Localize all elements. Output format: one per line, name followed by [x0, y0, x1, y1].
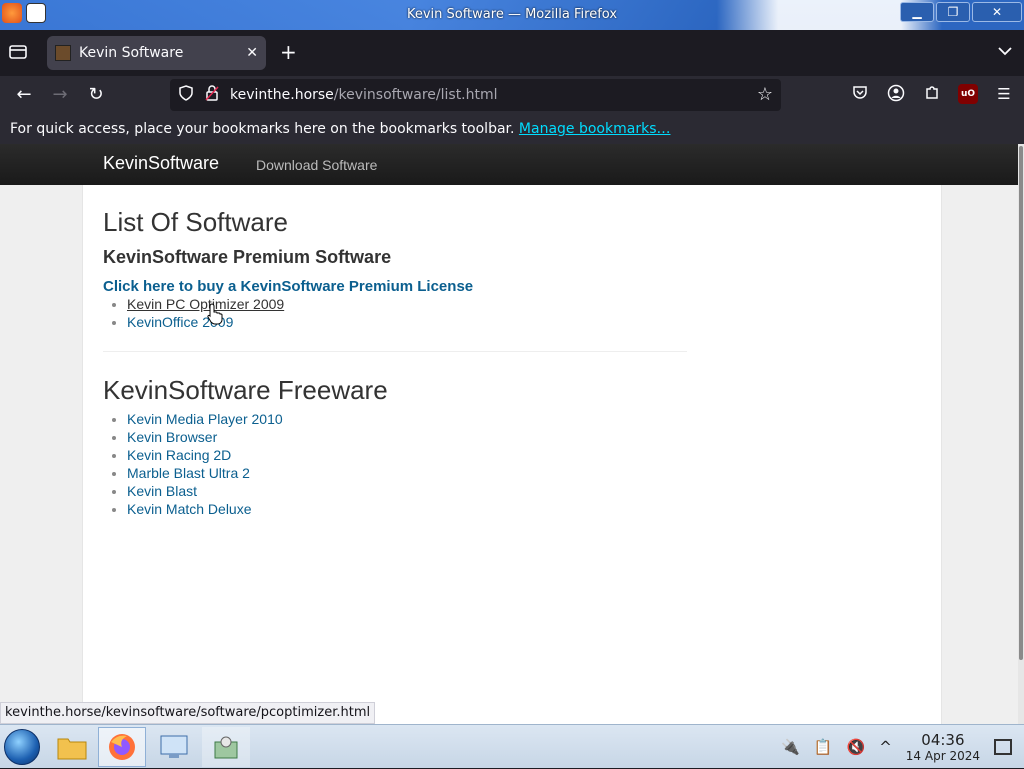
- lock-insecure-icon[interactable]: [204, 85, 220, 105]
- navigation-toolbar: ← → ↻ kevinthe.horse/kevinsoftware/list.…: [0, 76, 1024, 114]
- window-title: Kevin Software — Mozilla Firefox: [406, 7, 618, 22]
- list-item: Kevin Match Deluxe: [127, 500, 941, 518]
- software-link-match-deluxe[interactable]: Kevin Match Deluxe: [127, 501, 252, 517]
- shield-icon[interactable]: [178, 85, 194, 105]
- tab-kevin-software[interactable]: Kevin Software ✕: [47, 36, 266, 70]
- clock-date: 14 Apr 2024: [905, 749, 980, 763]
- account-icon[interactable]: [886, 84, 906, 104]
- premium-software-list: Kevin PC Optimizer 2009 KevinOffice 2009: [127, 295, 941, 331]
- site-brand-link[interactable]: KevinSoftware: [103, 153, 219, 174]
- url-domain: kevinthe.horse: [230, 87, 334, 103]
- maximize-icon[interactable]: ❐: [936, 2, 970, 22]
- installer-task[interactable]: [202, 727, 250, 767]
- list-item: Marble Blast Ultra 2: [127, 464, 941, 482]
- bookmark-star-icon[interactable]: ☆: [757, 84, 773, 105]
- system-tray: 🔌 📋 🔇 ^ 04:36 14 Apr 2024: [781, 725, 1024, 769]
- pocket-icon[interactable]: [850, 84, 870, 104]
- site-favicon-icon: [55, 45, 71, 61]
- toolbar-right-icons: uO ☰: [850, 84, 1014, 104]
- freeware-software-list: Kevin Media Player 2010 Kevin Browser Ke…: [127, 410, 941, 518]
- network-icon[interactable]: 🔌: [781, 738, 800, 756]
- premium-heading: KevinSoftware Premium Software: [103, 247, 392, 267]
- software-link-kevin-blast[interactable]: Kevin Blast: [127, 483, 197, 499]
- window-titlebar: Kevin Software — Mozilla Firefox ▁ ❐ ✕: [0, 0, 1024, 30]
- start-button[interactable]: [4, 729, 40, 765]
- site-navbar: KevinSoftware Download Software: [0, 144, 1018, 185]
- vertical-scrollbar[interactable]: [1018, 144, 1024, 724]
- scrollbar-thumb[interactable]: [1019, 146, 1023, 660]
- page-viewport: KevinSoftware Download Software List Of …: [0, 144, 1024, 724]
- link-status-url: kevinthe.horse/kevinsoftware/software/pc…: [0, 702, 376, 724]
- page-title: List Of Software: [103, 207, 288, 237]
- url-path: /kevinsoftware/list.html: [333, 87, 498, 103]
- close-window-icon[interactable]: ✕: [972, 2, 1022, 22]
- list-item: KevinOffice 2009: [127, 313, 941, 331]
- software-link-pc-optimizer[interactable]: Kevin PC Optimizer 2009: [127, 296, 284, 312]
- download-software-link[interactable]: Download Software: [256, 157, 377, 173]
- firefox-icon: [109, 734, 135, 760]
- system-monitor-task[interactable]: [150, 727, 198, 767]
- clipboard-icon[interactable]: 📋: [814, 738, 833, 756]
- clock[interactable]: 04:36 14 Apr 2024: [906, 731, 980, 763]
- volume-muted-icon[interactable]: 🔇: [847, 738, 866, 756]
- bookmarks-toolbar: For quick access, place your bookmarks h…: [0, 114, 1024, 144]
- tab-strip: Kevin Software ✕ +: [0, 30, 1024, 76]
- freeware-heading: KevinSoftware Freeware: [103, 375, 388, 405]
- back-icon[interactable]: ←: [12, 84, 36, 106]
- tab-label: Kevin Software: [79, 45, 184, 61]
- hamburger-menu-icon[interactable]: ☰: [994, 84, 1014, 104]
- forward-icon[interactable]: →: [48, 84, 72, 106]
- ublock-origin-icon[interactable]: uO: [958, 84, 978, 104]
- list-item: Kevin Racing 2D: [127, 446, 941, 464]
- os-taskbar: 🔌 📋 🔇 ^ 04:36 14 Apr 2024: [0, 724, 1024, 768]
- list-item: Kevin Media Player 2010: [127, 410, 941, 428]
- computer-icon: [160, 735, 188, 758]
- tray-expand-icon[interactable]: ^: [879, 738, 892, 756]
- tab-close-icon[interactable]: ✕: [246, 45, 258, 61]
- file-manager-task[interactable]: [48, 727, 96, 767]
- software-link-media-player[interactable]: Kevin Media Player 2010: [127, 411, 283, 427]
- firefox-view-icon[interactable]: [8, 42, 30, 64]
- clock-time: 04:36: [921, 731, 965, 749]
- bookmarks-message: For quick access, place your bookmarks h…: [10, 121, 515, 137]
- firefox-task[interactable]: [98, 727, 146, 767]
- new-tab-button[interactable]: +: [280, 42, 297, 62]
- url-bar[interactable]: kevinthe.horse/kevinsoftware/list.html ☆: [170, 79, 781, 111]
- page-container: List Of Software KevinSoftware Premium S…: [82, 185, 942, 724]
- hand-cursor-icon: [207, 303, 223, 325]
- software-link-marble-blast[interactable]: Marble Blast Ultra 2: [127, 465, 250, 481]
- software-link-browser[interactable]: Kevin Browser: [127, 429, 217, 445]
- list-item: Kevin PC Optimizer 2009: [127, 295, 941, 313]
- minimize-icon[interactable]: ▁: [900, 2, 934, 22]
- reload-icon[interactable]: ↻: [84, 84, 108, 106]
- software-link-racing-2d[interactable]: Kevin Racing 2D: [127, 447, 231, 463]
- section-divider: [103, 351, 687, 352]
- list-item: Kevin Browser: [127, 428, 941, 446]
- show-desktop-icon[interactable]: [994, 739, 1012, 755]
- package-icon: [214, 736, 238, 759]
- list-item: Kevin Blast: [127, 482, 941, 500]
- buy-premium-license-link[interactable]: Click here to buy a KevinSoftware Premiu…: [103, 278, 941, 295]
- folder-icon: [57, 738, 87, 760]
- window-controls: ▁ ❐ ✕: [900, 2, 1022, 22]
- list-all-tabs-icon[interactable]: [998, 44, 1012, 60]
- manage-bookmarks-link[interactable]: Manage bookmarks…: [519, 121, 671, 137]
- extensions-icon[interactable]: [922, 84, 942, 104]
